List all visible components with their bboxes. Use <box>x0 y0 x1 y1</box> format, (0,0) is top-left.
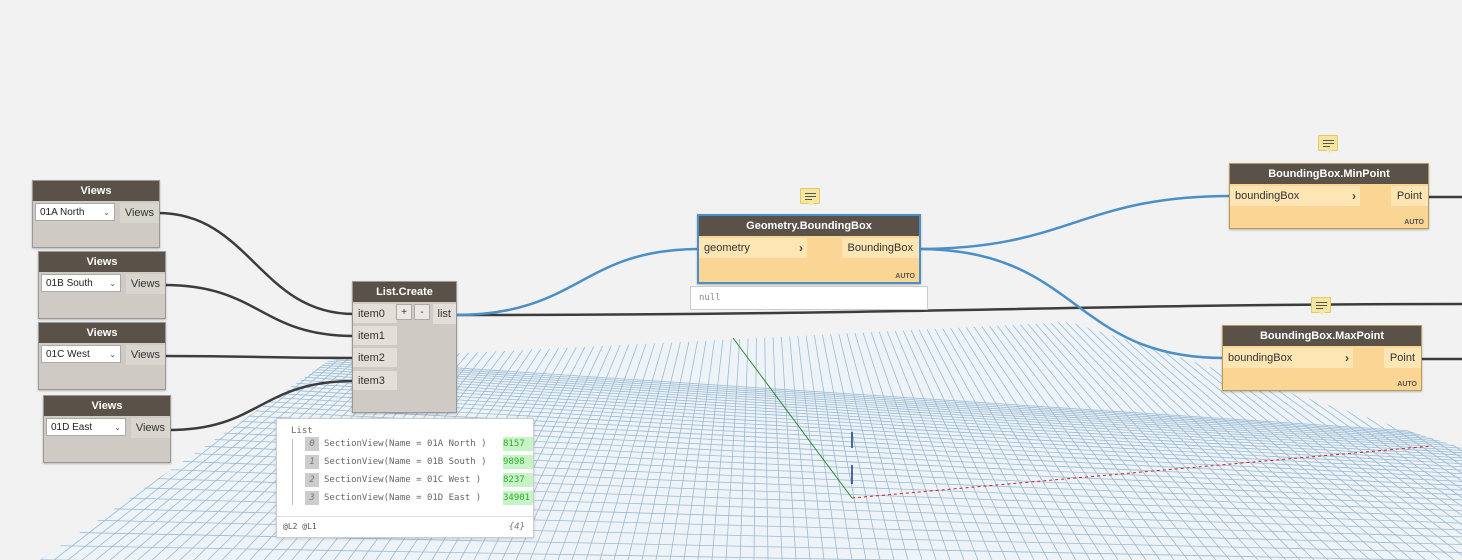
list-input-item0[interactable]: item0 <box>353 304 397 324</box>
preview-footer: @L2 @L1 {4} <box>277 516 533 537</box>
views-node-b-body: 01B South ⌄ Views <box>39 272 165 318</box>
remove-input-button[interactable]: - <box>414 304 430 320</box>
preview-list-header: List <box>291 426 313 436</box>
list-index: 0 <box>305 437 319 451</box>
views-output-port-b[interactable]: Views <box>125 274 165 294</box>
element-id-badge[interactable]: 8157 <box>503 437 533 451</box>
chevron-down-icon: ⌄ <box>109 279 116 288</box>
maxpoint-node[interactable]: BoundingBox.MaxPoint boundingBox › Point … <box>1222 325 1422 391</box>
views-node-a-body: 01A North ⌄ Views <box>33 201 159 247</box>
chevron-right-icon: › <box>1352 189 1356 203</box>
graph-canvas[interactable]: Views 01A North ⌄ Views Views 01B South ⌄ … <box>0 0 1462 560</box>
list-preview-bubble[interactable]: List 0 SectionView(Name = 01A North ) 815… <box>276 418 534 538</box>
list-input-item3[interactable]: item3 <box>353 371 397 391</box>
minpoint-output-port[interactable]: Point <box>1390 186 1428 206</box>
maxpoint-input-port[interactable]: boundingBox › <box>1223 348 1353 368</box>
maxpoint-output-port[interactable]: Point <box>1383 348 1421 368</box>
chevron-down-icon: ⌄ <box>114 423 121 432</box>
views-node-c[interactable]: Views 01C West ⌄ Views <box>38 322 166 390</box>
lacing-auto-label[interactable]: AUTO <box>895 273 915 280</box>
views-node-d-title[interactable]: Views <box>44 396 170 416</box>
views-node-c-body: 01C West ⌄ Views <box>39 343 165 389</box>
list-create-body: item0 item1 item2 item3 + - list <box>353 302 456 412</box>
list-item: 0 SectionView(Name = 01A North ) <box>305 437 487 451</box>
views-dropdown-b-value: 01B South <box>46 278 93 289</box>
views-dropdown-c[interactable]: 01C West ⌄ <box>41 345 121 363</box>
chevron-down-icon: ⌄ <box>103 208 110 217</box>
views-dropdown-c-value: 01C West <box>46 349 90 360</box>
chevron-right-icon: › <box>799 241 803 255</box>
list-index: 2 <box>305 473 319 487</box>
boundingbox-output-port[interactable]: BoundingBox <box>841 238 919 258</box>
list-create-title[interactable]: List.Create <box>353 282 456 302</box>
views-dropdown-a-value: 01A North <box>40 207 85 218</box>
views-dropdown-b[interactable]: 01B South ⌄ <box>41 274 121 292</box>
views-node-a-title[interactable]: Views <box>33 181 159 201</box>
list-levels-label[interactable]: @L2 @L1 <box>283 517 317 537</box>
list-item: 1 SectionView(Name = 01B South ) <box>305 455 487 469</box>
boundingbox-title[interactable]: Geometry.BoundingBox <box>699 216 919 236</box>
views-node-d[interactable]: Views 01D East ⌄ Views <box>43 395 171 463</box>
chevron-right-icon: › <box>1345 351 1349 365</box>
list-count-label: {4} <box>508 522 525 532</box>
geometry-input-label: geometry <box>704 242 750 254</box>
list-item-text: SectionView(Name = 01D East ) <box>324 493 482 503</box>
boundingbox-body: geometry › BoundingBox AUTO <box>699 236 919 282</box>
geometry-input-port[interactable]: geometry › <box>699 238 807 258</box>
list-input-item1[interactable]: item1 <box>353 326 397 346</box>
minpoint-node[interactable]: BoundingBox.MinPoint boundingBox › Point … <box>1229 163 1429 229</box>
views-node-a[interactable]: Views 01A North ⌄ Views <box>32 180 160 248</box>
maxpoint-title[interactable]: BoundingBox.MaxPoint <box>1223 326 1421 346</box>
chevron-down-icon: ⌄ <box>109 350 116 359</box>
list-input-item2[interactable]: item2 <box>353 348 397 368</box>
list-create-node[interactable]: List.Create item0 item1 item2 item3 + - … <box>352 281 457 413</box>
geometry-boundingbox-node[interactable]: Geometry.BoundingBox geometry › BoundingB… <box>697 214 921 284</box>
lacing-auto-label[interactable]: AUTO <box>1397 381 1417 388</box>
preview-bubble-icon[interactable] <box>1311 297 1331 315</box>
views-node-d-body: 01D East ⌄ Views <box>44 416 170 462</box>
tree-line <box>292 439 293 505</box>
views-node-c-title[interactable]: Views <box>39 323 165 343</box>
boundingbox-preview[interactable]: null <box>690 286 928 310</box>
lacing-auto-label[interactable]: AUTO <box>1404 219 1424 226</box>
views-dropdown-a[interactable]: 01A North ⌄ <box>35 203 115 221</box>
views-dropdown-d-value: 01D East <box>51 422 93 433</box>
list-item: 3 SectionView(Name = 01D East ) <box>305 491 481 505</box>
views-dropdown-d[interactable]: 01D East ⌄ <box>46 418 126 436</box>
preview-bubble-icon[interactable] <box>1318 135 1338 153</box>
element-id-badge[interactable]: 34901 <box>503 491 533 505</box>
minpoint-title[interactable]: BoundingBox.MinPoint <box>1230 164 1428 184</box>
minpoint-input-label: boundingBox <box>1235 190 1300 202</box>
list-item-text: SectionView(Name = 01A North ) <box>324 439 487 449</box>
views-output-port-d[interactable]: Views <box>130 418 170 438</box>
list-item-text: SectionView(Name = 01B South ) <box>324 457 487 467</box>
maxpoint-input-label: boundingBox <box>1228 352 1293 364</box>
element-id-badge[interactable]: 9898 <box>503 455 533 469</box>
views-node-b-title[interactable]: Views <box>39 252 165 272</box>
minpoint-body: boundingBox › Point AUTO <box>1230 184 1428 228</box>
preview-bubble-icon[interactable] <box>800 188 820 206</box>
maxpoint-body: boundingBox › Point AUTO <box>1223 346 1421 390</box>
list-item-text: SectionView(Name = 01C West ) <box>324 475 482 485</box>
list-index: 3 <box>305 491 319 505</box>
minpoint-input-port[interactable]: boundingBox › <box>1230 186 1360 206</box>
list-output-port[interactable]: list <box>432 304 456 324</box>
add-input-button[interactable]: + <box>396 304 412 320</box>
element-id-badge[interactable]: 8237 <box>503 473 533 487</box>
list-index: 1 <box>305 455 319 469</box>
views-output-port-a[interactable]: Views <box>119 203 159 223</box>
views-node-b[interactable]: Views 01B South ⌄ Views <box>38 251 166 319</box>
views-output-port-c[interactable]: Views <box>125 345 165 365</box>
list-item: 2 SectionView(Name = 01C West ) <box>305 473 481 487</box>
